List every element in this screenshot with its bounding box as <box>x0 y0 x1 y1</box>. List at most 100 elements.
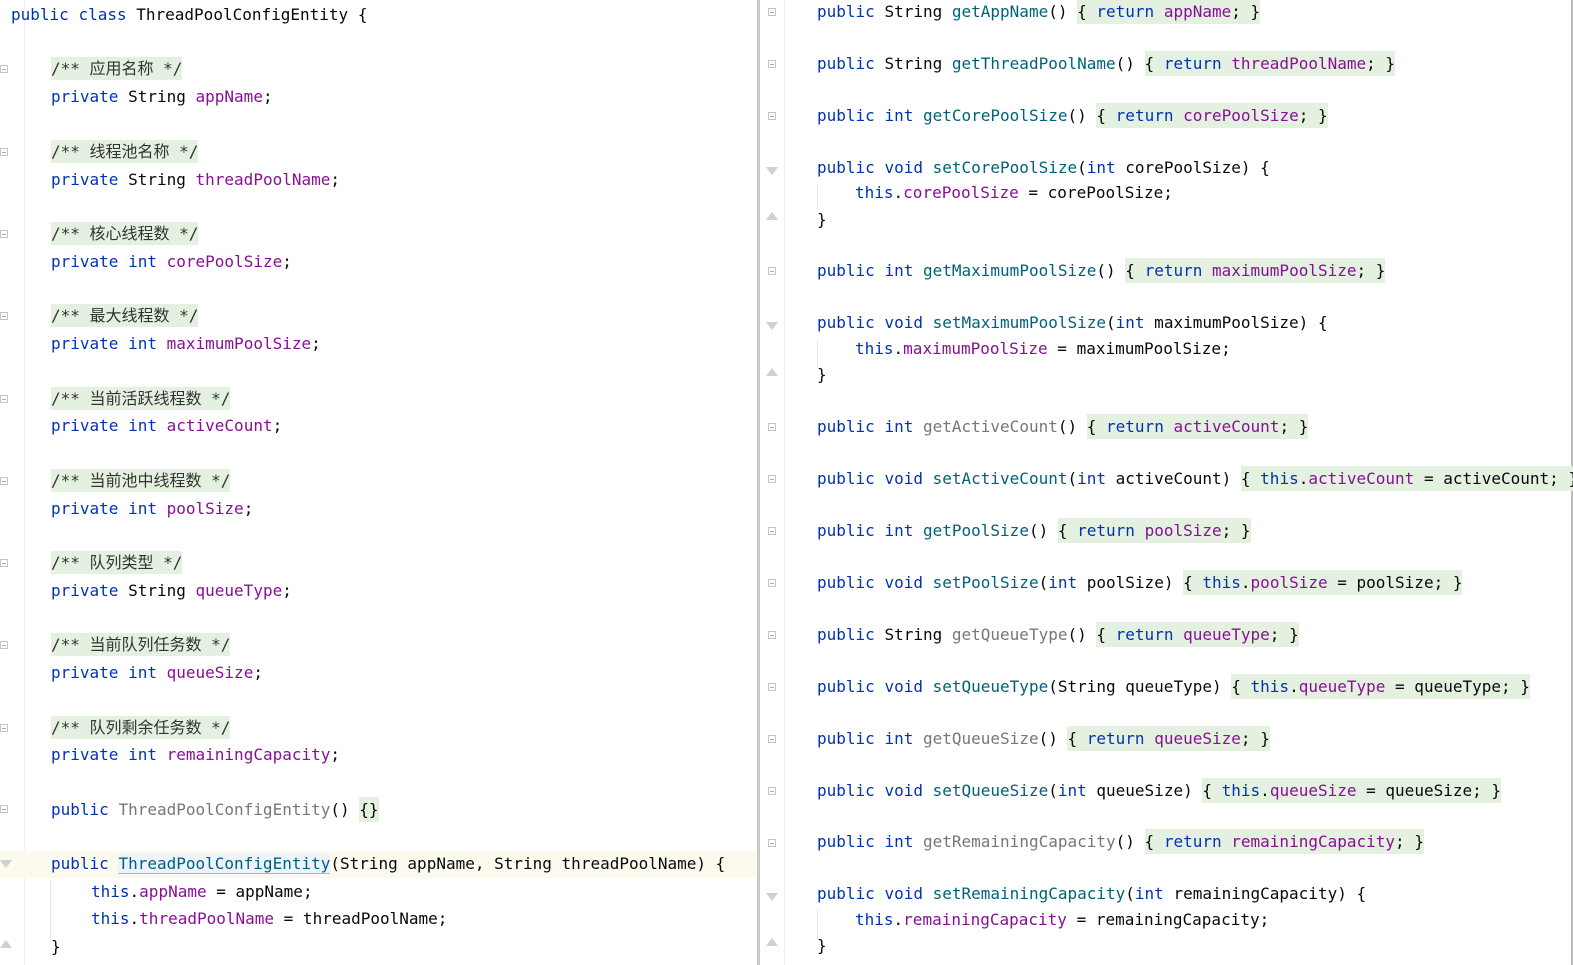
keyword: public <box>817 2 875 21</box>
fold-icon[interactable] <box>0 559 8 567</box>
fold-end-icon[interactable] <box>766 368 778 376</box>
constructor-name: ThreadPoolConfigEntity <box>118 800 331 819</box>
semicolon: ; <box>330 170 341 189</box>
keyword: this <box>1250 677 1290 696</box>
method-body-line: this.maximumPoolSize = maximumPoolSize; <box>855 337 1231 361</box>
fold-icon[interactable] <box>768 8 776 16</box>
field-declaration: private int queueSize; <box>51 661 263 685</box>
field-declaration: private String queueType; <box>51 579 292 603</box>
field-comment: /** 核心线程数 */ <box>51 222 199 246</box>
fold-arrow-icon[interactable] <box>766 322 778 330</box>
method-getCorePoolSize: public int getCorePoolSize() { return co… <box>817 103 1328 128</box>
keyword: public <box>817 106 875 125</box>
field-comment: /** 当前队列任务数 */ <box>51 633 231 657</box>
fold-icon[interactable] <box>768 735 776 743</box>
fold-icon[interactable] <box>768 423 776 431</box>
semicolon: ; <box>282 581 292 600</box>
fold-icon[interactable] <box>768 527 776 535</box>
fold-arrow-icon[interactable] <box>766 893 778 901</box>
method-name: getRemainingCapacity <box>922 832 1116 851</box>
method-name: setMaximumPoolSize <box>932 313 1106 332</box>
brace: } <box>1317 106 1328 125</box>
keyword: public <box>817 884 875 903</box>
field-name: maximumPoolSize <box>166 334 312 353</box>
fold-icon[interactable] <box>768 112 776 120</box>
fold-end-icon[interactable] <box>0 940 12 948</box>
folded-body[interactable]: { return remainingCapacity; } <box>1144 829 1424 854</box>
param-name: activeCount) <box>1106 469 1232 488</box>
fold-icon[interactable] <box>768 475 776 483</box>
field-name: queueSize <box>1154 729 1241 748</box>
keyword: public <box>817 54 875 73</box>
type-name: int <box>128 745 157 764</box>
field-comment: /** 队列剩余任务数 */ <box>51 716 231 740</box>
field-name: queueType <box>1298 677 1386 696</box>
brace: { <box>1144 832 1155 851</box>
folded-body[interactable]: { this.queueSize = queueSize; } <box>1202 778 1502 803</box>
fold-icon[interactable] <box>0 641 8 649</box>
folded-body[interactable]: { return maximumPoolSize; } <box>1125 258 1386 283</box>
closing-brace: } <box>817 363 827 387</box>
folded-body[interactable]: { return queueType; } <box>1096 622 1299 647</box>
fold-icon[interactable] <box>768 683 776 691</box>
brace: { <box>1096 625 1107 644</box>
dot: . <box>1240 573 1251 592</box>
folded-body[interactable]: { return appName; } <box>1077 0 1261 24</box>
folded-body[interactable]: { this.poolSize = poolSize; } <box>1183 570 1463 595</box>
keyword: private <box>51 581 119 600</box>
folded-body[interactable]: {} <box>359 797 379 822</box>
semicolon: ; <box>330 745 341 764</box>
field-name: poolSize <box>1144 521 1222 540</box>
left-editor-pane[interactable]: public class ThreadPoolConfigEntity { /*… <box>0 0 757 965</box>
field-comment: /** 最大线程数 */ <box>51 304 199 328</box>
fold-icon[interactable] <box>0 148 8 156</box>
type-name: String <box>128 581 186 600</box>
fold-icon[interactable] <box>0 724 8 732</box>
constructor-body-line: this.appName = appName; <box>91 880 313 904</box>
fold-end-icon[interactable] <box>766 938 778 946</box>
fold-icon[interactable] <box>0 65 8 73</box>
constructor-body-line: this.threadPoolName = threadPoolName; <box>91 907 447 931</box>
fold-icon[interactable] <box>768 267 776 275</box>
semicolon: ; <box>1298 106 1309 125</box>
fold-icon[interactable] <box>0 230 8 238</box>
keyword: this <box>1260 469 1299 488</box>
fold-icon[interactable] <box>768 787 776 795</box>
fold-arrow-icon[interactable] <box>0 860 12 868</box>
indent-guide <box>50 880 51 940</box>
field-name: maximumPoolSize <box>1212 261 1357 280</box>
keyword: public <box>51 854 109 873</box>
fold-icon[interactable] <box>0 805 8 813</box>
folded-body[interactable]: { return activeCount; } <box>1086 414 1309 439</box>
parameter-list: (String appName, String threadPoolName) … <box>330 854 726 873</box>
field-declaration: private int remainingCapacity; <box>51 743 340 767</box>
fold-icon[interactable] <box>768 60 776 68</box>
parens: () <box>1115 54 1135 73</box>
fold-icon[interactable] <box>768 839 776 847</box>
fold-icon[interactable] <box>0 395 8 403</box>
folded-body[interactable]: { return queueSize; } <box>1067 726 1270 751</box>
semicolon: ; <box>272 416 283 435</box>
fold-icon[interactable] <box>0 477 8 485</box>
doc-comment: /** 应用名称 */ <box>51 57 183 80</box>
param-name: remainingCapacity) { <box>1163 884 1367 903</box>
folded-body[interactable]: { this.queueType = queueType; } <box>1231 674 1530 699</box>
right-editor-pane[interactable]: public String getAppName() { return appN… <box>760 0 1573 965</box>
folded-body[interactable]: { this.activeCount = activeCount; } <box>1240 466 1573 491</box>
folded-body[interactable]: { return threadPoolName; } <box>1144 51 1396 76</box>
method-setQueueType: public void setQueueType(String queueTyp… <box>817 674 1530 699</box>
param-name: corePoolSize) { <box>1115 158 1270 177</box>
method-name: getQueueSize <box>922 729 1039 748</box>
keyword: public <box>817 781 875 800</box>
field-name: corePoolSize <box>903 183 1019 202</box>
fold-icon[interactable] <box>0 312 8 320</box>
folded-body[interactable]: { return corePoolSize; } <box>1096 103 1328 128</box>
folded-body[interactable]: { return poolSize; } <box>1057 518 1251 543</box>
keyword: public <box>817 832 875 851</box>
fold-end-icon[interactable] <box>766 212 778 220</box>
fold-icon[interactable] <box>768 579 776 587</box>
field-name: threadPoolName <box>1231 54 1367 73</box>
method-body-line: this.corePoolSize = corePoolSize; <box>855 181 1173 205</box>
fold-arrow-icon[interactable] <box>766 167 778 175</box>
fold-icon[interactable] <box>768 631 776 639</box>
